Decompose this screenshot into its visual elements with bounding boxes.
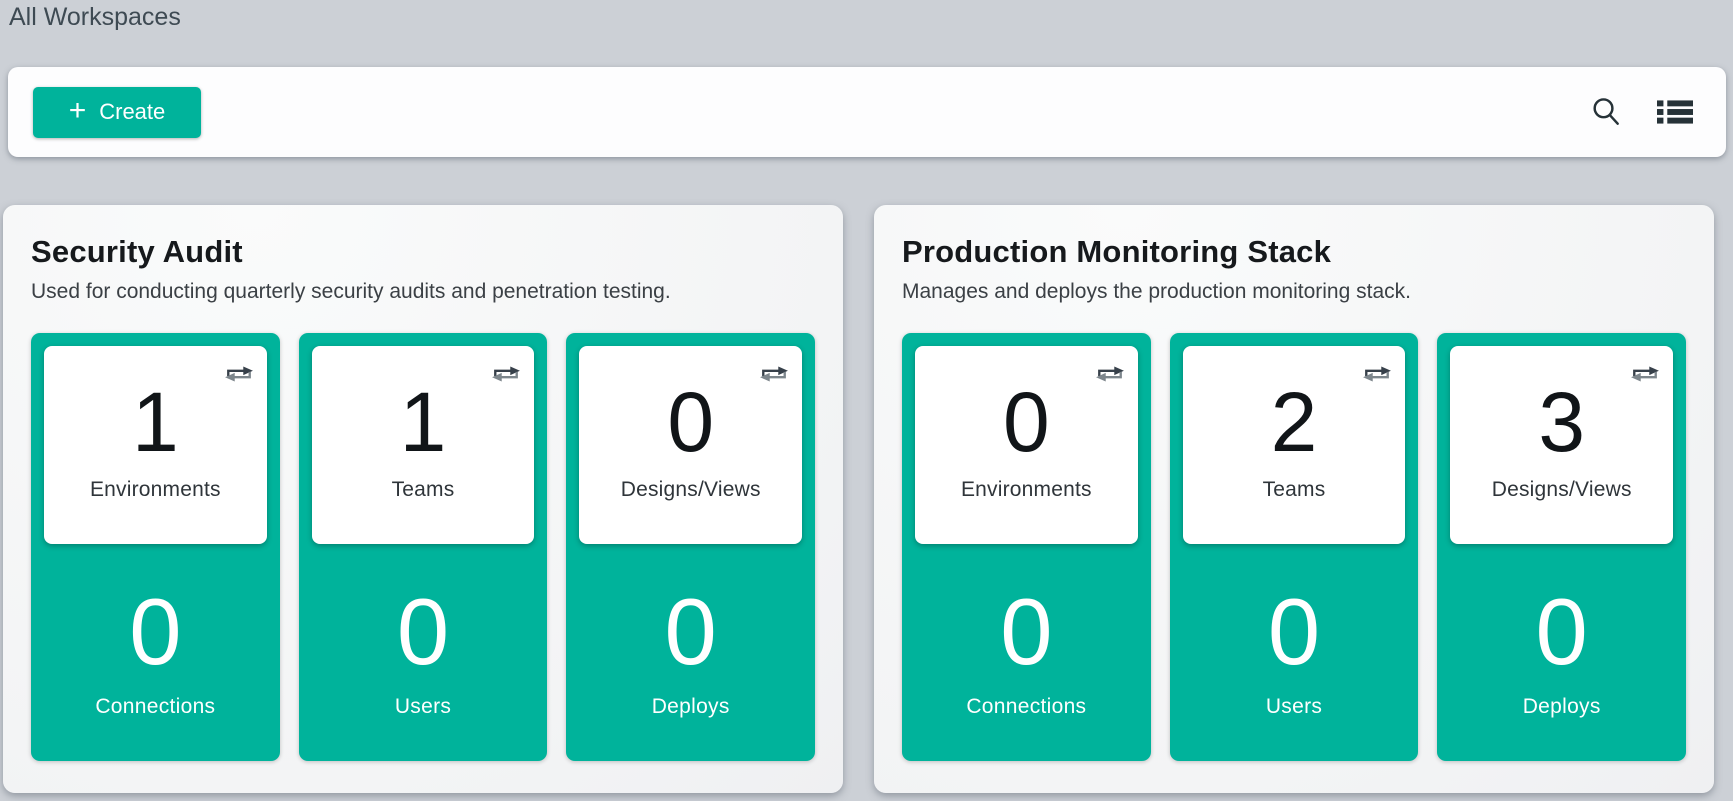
stat-value: 0 (1536, 585, 1588, 679)
workspace-description: Manages and deploys the production monit… (902, 278, 1686, 306)
stat-label: Connections (966, 695, 1086, 719)
stat-label: Teams (392, 478, 455, 502)
stat-label: Connections (95, 695, 215, 719)
stat-tile-designs[interactable]: 3 Designs/Views 0 Deploys (1437, 333, 1686, 761)
stat-value: 3 (1538, 383, 1585, 463)
stat-value: 0 (667, 383, 714, 463)
stat-value: 0 (397, 585, 449, 679)
stat-value: 0 (1000, 585, 1052, 679)
workspace-title: Production Monitoring Stack (902, 233, 1686, 270)
swap-arrows-icon[interactable] (1630, 362, 1660, 391)
stat-tile-designs[interactable]: 0 Designs/Views 0 Deploys (566, 333, 815, 761)
swap-arrows-icon[interactable] (224, 362, 254, 391)
workspace-title: Security Audit (31, 233, 815, 270)
stat-tile-bottom[interactable]: 0 Connections (915, 544, 1138, 761)
stat-tile-top[interactable]: 2 Teams (1183, 346, 1406, 544)
stat-label: Deploys (1523, 695, 1601, 719)
page-title: All Workspaces (9, 3, 181, 32)
stat-tile-bottom[interactable]: 0 Users (312, 544, 535, 761)
toolbar-icons (1591, 96, 1693, 128)
stat-tile-top[interactable]: 3 Designs/Views (1450, 346, 1673, 544)
stat-tile-bottom[interactable]: 0 Users (1183, 544, 1406, 761)
swap-arrows-icon[interactable] (491, 362, 521, 391)
stat-value: 0 (1268, 585, 1320, 679)
swap-arrows-icon[interactable] (759, 362, 789, 391)
plus-icon: + (69, 96, 87, 126)
stat-label: Environments (961, 478, 1092, 502)
stat-tile-bottom[interactable]: 0 Connections (44, 544, 267, 761)
workspace-description: Used for conducting quarterly security a… (31, 278, 815, 306)
stat-tile-teams[interactable]: 2 Teams 0 Users (1170, 333, 1419, 761)
stat-value: 1 (400, 383, 447, 463)
stat-tile-environments[interactable]: 0 Environments 0 Connections (902, 333, 1151, 761)
create-button-label: Create (99, 99, 165, 125)
stat-label: Users (1266, 695, 1322, 719)
toolbar: + Create (8, 67, 1726, 157)
stat-tile-top[interactable]: 0 Designs/Views (579, 346, 802, 544)
stat-value: 0 (1003, 383, 1050, 463)
stat-tile-top[interactable]: 1 Teams (312, 346, 535, 544)
search-icon[interactable] (1591, 96, 1621, 128)
workspace-card: Production Monitoring Stack Manages and … (874, 205, 1714, 793)
stat-value: 0 (129, 585, 181, 679)
stat-label: Users (395, 695, 451, 719)
stat-label: Designs/Views (1492, 478, 1632, 502)
stat-label: Deploys (652, 695, 730, 719)
stat-tile-bottom[interactable]: 0 Deploys (1450, 544, 1673, 761)
stat-value: 0 (665, 585, 717, 679)
swap-arrows-icon[interactable] (1095, 362, 1125, 391)
stat-label: Designs/Views (621, 478, 761, 502)
stat-tile-teams[interactable]: 1 Teams 0 Users (299, 333, 548, 761)
workspaces-list: Security Audit Used for conducting quart… (3, 205, 1714, 793)
stat-tile-environments[interactable]: 1 Environments 0 Connections (31, 333, 280, 761)
workspace-card: Security Audit Used for conducting quart… (3, 205, 843, 793)
create-button[interactable]: + Create (33, 87, 201, 138)
list-view-icon[interactable] (1657, 99, 1693, 125)
stat-tiles: 0 Environments 0 Connections (902, 333, 1686, 761)
stat-tile-top[interactable]: 1 Environments (44, 346, 267, 544)
stat-label: Environments (90, 478, 221, 502)
stat-tile-bottom[interactable]: 0 Deploys (579, 544, 802, 761)
stat-label: Teams (1263, 478, 1326, 502)
stat-value: 2 (1271, 383, 1318, 463)
stat-tiles: 1 Environments 0 Connections (31, 333, 815, 761)
swap-arrows-icon[interactable] (1362, 362, 1392, 391)
stat-value: 1 (132, 383, 179, 463)
stat-tile-top[interactable]: 0 Environments (915, 346, 1138, 544)
